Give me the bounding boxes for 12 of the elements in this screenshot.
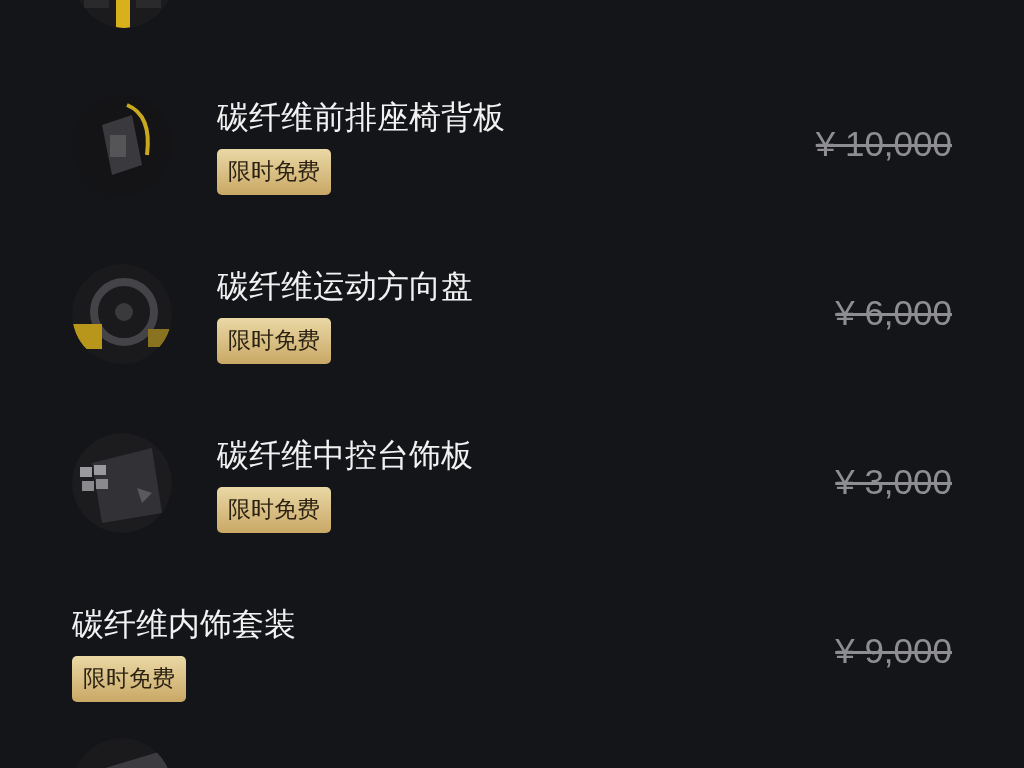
product-title: 碳纤维运动方向盘 [217,265,473,307]
original-price: ¥ 10,000 [815,123,952,166]
free-badge: 限时免费 [217,317,331,364]
original-price: ¥ 6,000 [835,292,952,335]
product-title: 碳纤维前排座椅背板 [217,96,505,138]
original-price: ¥ 9,000 [835,630,952,673]
product-title: 碳纤维内饰套装 [72,603,296,645]
free-badge: 限时免费 [217,148,331,195]
free-badge: 限时免费 [72,655,186,702]
free-badge: 限时免费 [217,486,331,533]
original-price: ¥ 3,000 [835,461,952,504]
product-title: 碳纤维中控台饰板 [217,434,473,476]
